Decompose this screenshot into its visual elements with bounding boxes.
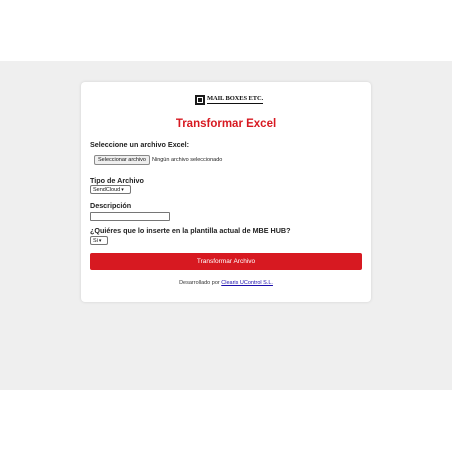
description-label: Descripción [90, 201, 132, 210]
transform-button[interactable]: Transformar Archivo [90, 253, 362, 270]
file-status-text: Ningún archivo seleccionado [152, 157, 223, 163]
brand-logo: MAIL BOXES ETC. [195, 94, 263, 105]
footer-prefix: Desarrollado por [179, 280, 220, 286]
type-label: Tipo de Archivo [90, 176, 144, 185]
form-card: MAIL BOXES ETC. Transformar Excel Selecc… [81, 82, 371, 302]
file-label: Seleccione un archivo Excel: [90, 140, 190, 149]
chevron-down-icon: ▾ [121, 186, 124, 193]
logo-text: MAIL BOXES ETC. [207, 95, 264, 104]
type-select[interactable]: SendCloud ▾ [90, 185, 131, 194]
page-title: Transformar Excel [175, 118, 277, 130]
description-input[interactable] [90, 212, 170, 221]
chevron-down-icon: ▾ [98, 237, 102, 244]
footer-link[interactable]: Clearis UControl S.L. [221, 280, 273, 286]
type-select-value: SendCloud [93, 186, 121, 193]
insert-label: ¿Quiéres que lo inserte en la plantilla … [90, 226, 291, 235]
insert-select[interactable]: Si ▾ [90, 236, 108, 245]
file-input[interactable]: Seleccionar archivo Ningún archivo selec… [94, 155, 222, 165]
choose-file-button[interactable]: Seleccionar archivo [94, 155, 150, 165]
insert-select-value: Si [93, 237, 98, 244]
logo-icon [195, 94, 205, 105]
footer: Desarrollado por Clearis UControl S.L. [81, 280, 371, 286]
